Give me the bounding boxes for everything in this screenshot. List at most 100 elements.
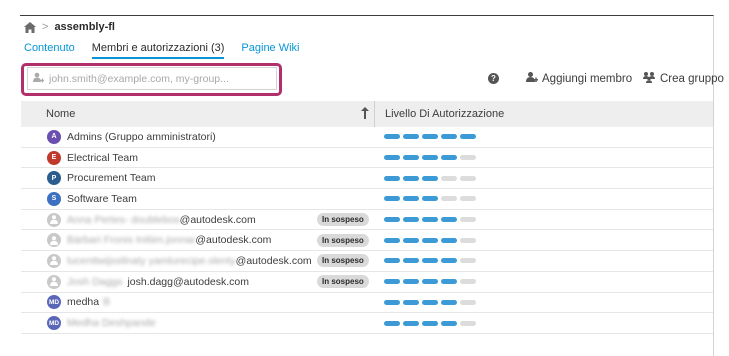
sort-arrow-up-icon[interactable] <box>361 107 369 122</box>
permission-segment <box>384 299 400 305</box>
column-header-level[interactable]: Livello Di Autorizzazione <box>374 101 504 127</box>
permission-segment <box>384 134 400 140</box>
member-name-redacted: Bárbari Fronis Initiim.jonnar <box>67 234 196 247</box>
permission-segment <box>441 279 457 285</box>
permission-segment <box>441 299 457 305</box>
permission-segment <box>460 299 476 305</box>
table-row[interactable]: Josh Daggs josh.dagg@autodesk.com In sos… <box>21 272 713 293</box>
permission-segment <box>460 237 476 243</box>
table-row[interactable]: MD medha B <box>21 293 713 314</box>
permission-segment <box>384 279 400 285</box>
permission-segment <box>460 134 476 140</box>
member-email-domain: @autodesk.com <box>235 254 312 267</box>
tab-bar: Contenuto Membri e autorizzazioni (3) Pa… <box>24 42 300 59</box>
user-avatar-icon <box>47 253 61 268</box>
member-name: medha <box>67 296 100 309</box>
permission-segment <box>441 258 457 264</box>
member-name-redacted: B <box>103 296 111 309</box>
permission-segment <box>441 320 457 326</box>
table-row[interactable]: S Software Team <box>21 189 713 210</box>
permission-segment <box>422 320 438 326</box>
column-header-name[interactable]: Nome <box>21 101 374 127</box>
permission-segment <box>403 217 419 223</box>
permission-segment <box>384 320 400 326</box>
table-row[interactable]: lucenttwijsstlnaty yamlurecipe.slenty @a… <box>21 251 713 272</box>
permission-segment <box>403 175 419 181</box>
permission-segment <box>460 196 476 202</box>
create-group-label: Crea gruppo <box>660 72 724 85</box>
permission-level[interactable] <box>374 251 476 271</box>
search-field[interactable] <box>27 67 277 90</box>
permission-segment <box>422 279 438 285</box>
permission-segment <box>460 217 476 223</box>
permission-segment <box>403 258 419 264</box>
table-row[interactable]: E Electrical Team <box>21 148 713 169</box>
table-row[interactable]: Anna Pertes- doublebos @autodesk.com In … <box>21 210 713 231</box>
permission-level[interactable] <box>374 230 476 250</box>
member-name: Electrical Team <box>67 151 138 164</box>
permission-segment <box>403 196 419 202</box>
permission-segment <box>422 196 438 202</box>
permission-segment <box>384 155 400 161</box>
user-avatar: MD <box>47 295 61 310</box>
permission-segment <box>441 155 457 161</box>
permission-segment <box>422 175 438 181</box>
chevron-right-icon: > <box>42 21 49 33</box>
permission-segment <box>460 320 476 326</box>
member-email-domain: @autodesk.com <box>195 234 272 247</box>
member-name: Software Team <box>67 192 137 205</box>
project-title[interactable]: assembly-fl <box>54 21 115 33</box>
group-avatar-icon: E <box>47 150 61 165</box>
user-avatar-icon <box>47 274 61 289</box>
permission-segment <box>384 237 400 243</box>
table-row[interactable]: P Procurement Team <box>21 168 713 190</box>
group-avatar-icon: P <box>47 171 61 186</box>
tab-membri[interactable]: Membri e autorizzazioni (3) <box>91 42 225 59</box>
permission-segment <box>441 175 457 181</box>
user-avatar-icon <box>47 233 61 248</box>
permission-segment <box>384 196 400 202</box>
pending-badge: In sospeso <box>317 254 369 268</box>
permission-level[interactable] <box>374 210 476 230</box>
help-icon[interactable]: ? <box>488 73 499 84</box>
permission-segment <box>441 217 457 223</box>
table-row[interactable]: MD Medha Deshpande <box>21 313 713 334</box>
permission-segment <box>403 320 419 326</box>
permission-level[interactable] <box>374 168 476 188</box>
permission-segment <box>422 217 438 223</box>
home-icon[interactable] <box>24 21 36 33</box>
permission-segment <box>403 299 419 305</box>
add-user-icon <box>526 71 538 86</box>
permission-segment <box>403 134 419 140</box>
permission-segment <box>460 258 476 264</box>
member-email-domain: @autodesk.com <box>179 213 256 226</box>
table-row[interactable]: A Admins (Gruppo amministratori) <box>21 127 713 148</box>
pending-badge: In sospeso <box>317 213 369 227</box>
group-avatar-icon: A <box>47 129 61 144</box>
permission-segment <box>422 258 438 264</box>
group-avatar-icon: S <box>47 191 61 206</box>
table-row[interactable]: Bárbari Fronis Initiim.jonnar @autodesk.… <box>21 230 713 252</box>
create-group-button[interactable]: Crea gruppo <box>643 71 724 86</box>
permission-segment <box>422 237 438 243</box>
add-member-button[interactable]: Aggiungi membro <box>526 71 632 86</box>
tab-contenuto[interactable]: Contenuto <box>24 42 75 59</box>
member-name-redacted: Anna Pertes- doublebos <box>67 213 180 226</box>
table-body: A Admins (Gruppo amministratori) E Elect… <box>21 127 713 334</box>
tab-pagine-wiki[interactable]: Pagine Wiki <box>241 42 299 59</box>
column-header-name-label: Nome <box>46 108 76 120</box>
permission-level[interactable] <box>374 272 476 292</box>
user-avatar: MD <box>47 316 61 331</box>
permission-level[interactable] <box>374 148 476 168</box>
permission-segment <box>422 134 438 140</box>
permission-segment <box>460 279 476 285</box>
permission-segment <box>422 155 438 161</box>
permission-level[interactable] <box>374 189 476 209</box>
permission-level[interactable] <box>374 313 476 333</box>
permission-level[interactable] <box>374 127 476 147</box>
permission-level[interactable] <box>374 293 476 313</box>
search-input[interactable] <box>49 72 249 85</box>
breadcrumb: > assembly-fl <box>24 20 115 34</box>
member-name: Admins (Gruppo amministratori) <box>67 130 216 143</box>
permission-segment <box>384 175 400 181</box>
